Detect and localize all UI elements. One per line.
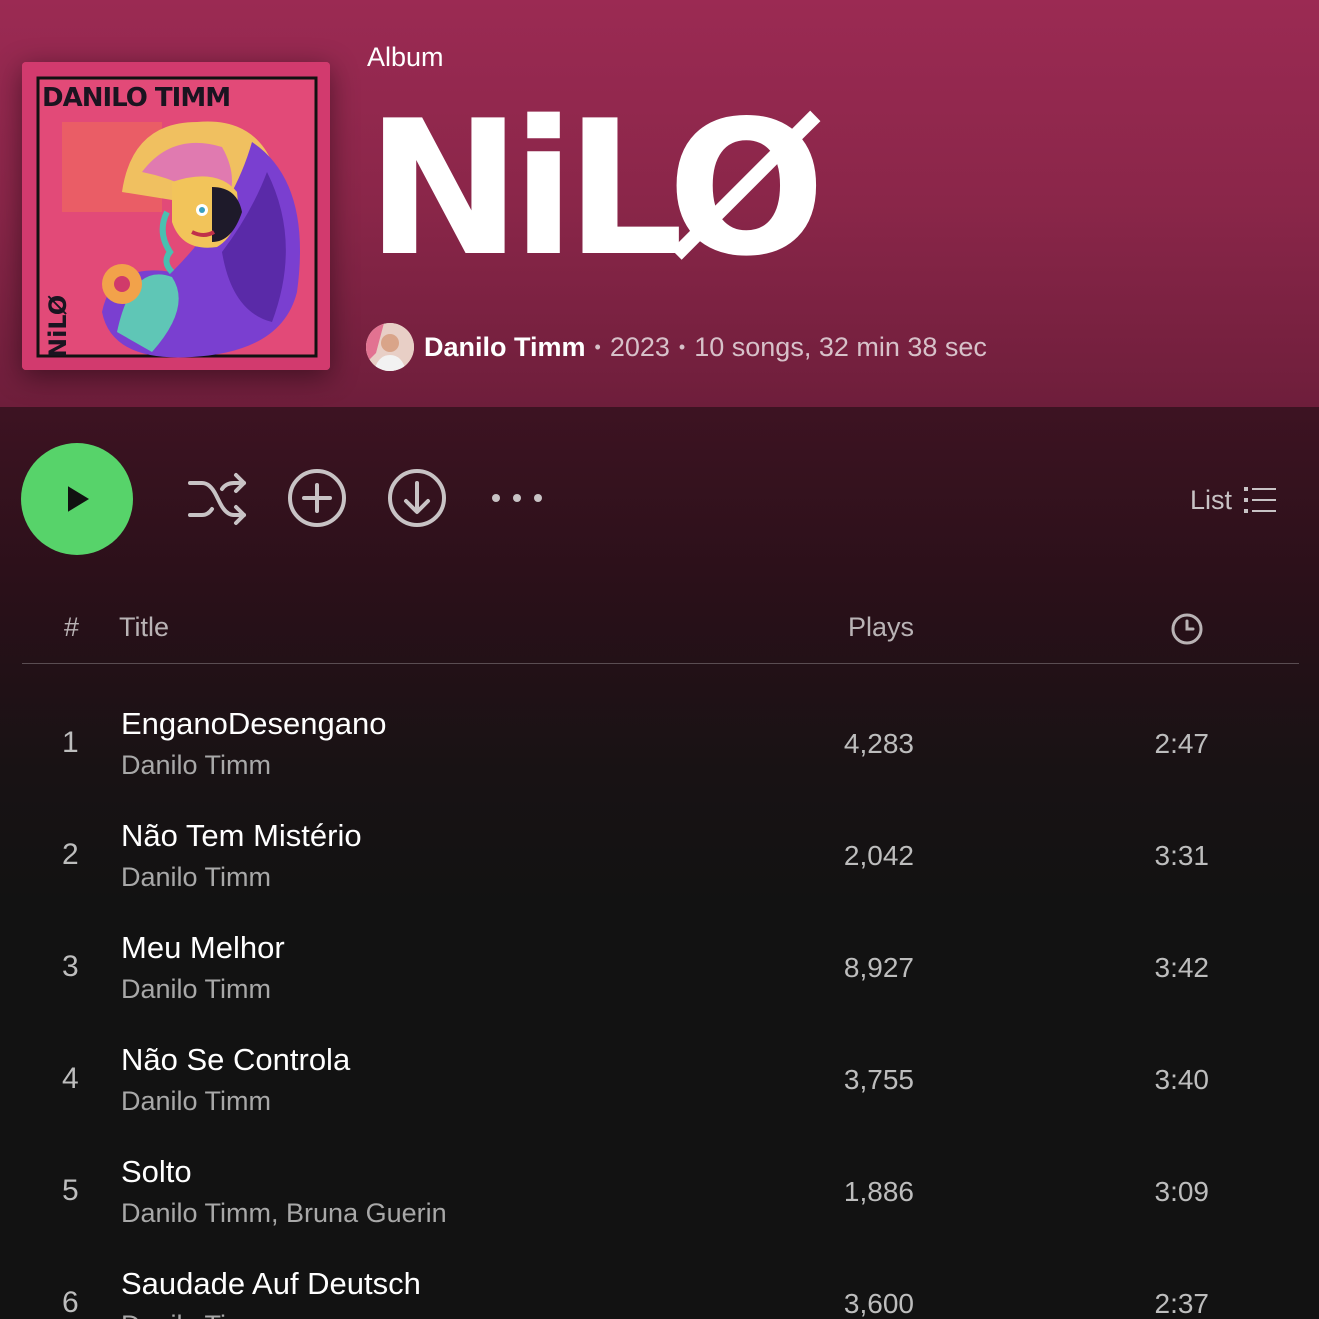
track-duration: 3:09 [1154, 1176, 1210, 1207]
track-plays: 8,927 [843, 952, 914, 983]
track-duration: 2:47 [1154, 728, 1210, 759]
track-title[interactable]: Meu Melhor [121, 930, 285, 966]
track-table-header: # Title Plays [22, 600, 1299, 664]
track-number: 2 [62, 838, 79, 871]
track-number: 3 [62, 950, 79, 983]
track-row[interactable]: 4 Não Se Controla Danilo Timm 3,755 3:40 [0, 1038, 1319, 1150]
view-mode-label: List [1190, 484, 1233, 515]
track-row[interactable]: 6 Saudade Auf Deutsch Danilo Timm 3,600 … [0, 1262, 1319, 1319]
artist-avatar[interactable] [366, 323, 414, 371]
track-number: 5 [62, 1174, 79, 1207]
track-artists[interactable]: Danilo Timm [121, 1086, 271, 1117]
add-circle-icon [288, 469, 346, 527]
track-artists[interactable]: Danilo Timm [121, 750, 271, 781]
column-title: Title [119, 612, 170, 642]
more-options-button[interactable] [486, 467, 548, 529]
album-type-label: Album [367, 42, 444, 72]
track-number: 1 [62, 726, 79, 759]
album-meta: Danilo Timm • 2023 • 10 songs, 32 min 38… [366, 323, 987, 371]
track-artists[interactable]: Danilo Timm [121, 974, 271, 1005]
track-number: 6 [62, 1286, 79, 1319]
track-artists[interactable]: Danilo Timm [121, 1310, 271, 1319]
track-title[interactable]: EnganoDesengano [121, 706, 386, 742]
column-plays: Plays [847, 612, 914, 642]
track-row[interactable]: 3 Meu Melhor Danilo Timm 8,927 3:42 [0, 926, 1319, 1038]
cover-title-text: DANILO TIMM [42, 83, 230, 113]
track-title[interactable]: Saudade Auf Deutsch [121, 1266, 421, 1302]
track-number: 4 [62, 1062, 79, 1095]
separator-dot: • [594, 336, 601, 357]
artist-link[interactable]: Danilo Timm [424, 332, 586, 363]
column-duration [1170, 612, 1204, 653]
track-row[interactable]: 2 Não Tem Mistério Danilo Timm 2,042 3:3… [0, 814, 1319, 926]
track-row[interactable]: 1 EnganoDesengano Danilo Timm 4,283 2:47 [0, 702, 1319, 814]
album-summary: 10 songs, 32 min 38 sec [694, 331, 987, 362]
track-plays: 3,755 [843, 1064, 914, 1095]
track-duration: 3:42 [1154, 952, 1210, 983]
album-cover[interactable]: DANILO TIMM NiLØ [22, 62, 330, 370]
download-button[interactable] [386, 467, 448, 529]
cover-side-text: NiLØ [44, 295, 72, 358]
track-duration: 3:40 [1154, 1064, 1210, 1095]
track-title[interactable]: Não Se Controla [121, 1042, 350, 1078]
track-title[interactable]: Não Tem Mistério [121, 818, 362, 854]
view-mode-toggle[interactable]: List [1190, 478, 1277, 522]
track-duration: 3:31 [1154, 840, 1210, 871]
track-artists[interactable]: Danilo Timm, Bruna Guerin [121, 1198, 447, 1229]
album-title: NiLØ [366, 80, 825, 297]
album-cover-art: DANILO TIMM NiLØ [22, 62, 330, 370]
shuffle-icon [188, 473, 246, 525]
track-title[interactable]: Solto [121, 1154, 192, 1190]
shuffle-button[interactable] [186, 467, 248, 529]
track-plays: 2,042 [843, 840, 914, 871]
track-plays: 1,886 [843, 1176, 914, 1207]
track-plays: 3,600 [843, 1288, 914, 1319]
separator-dot: • [678, 336, 686, 357]
column-number: # [64, 612, 80, 642]
play-button[interactable] [21, 443, 133, 555]
track-row[interactable]: 5 Solto Danilo Timm, Bruna Guerin 1,886 … [0, 1150, 1319, 1262]
release-year: 2023 [609, 331, 670, 362]
play-icon [68, 486, 89, 512]
track-artists[interactable]: Danilo Timm [121, 862, 271, 893]
download-icon [388, 469, 446, 527]
add-to-library-button[interactable] [286, 467, 348, 529]
track-plays: 4,283 [843, 728, 914, 759]
list-icon [1244, 487, 1277, 513]
clock-icon [1171, 613, 1203, 645]
track-duration: 2:37 [1154, 1288, 1210, 1319]
more-icon [492, 494, 542, 502]
